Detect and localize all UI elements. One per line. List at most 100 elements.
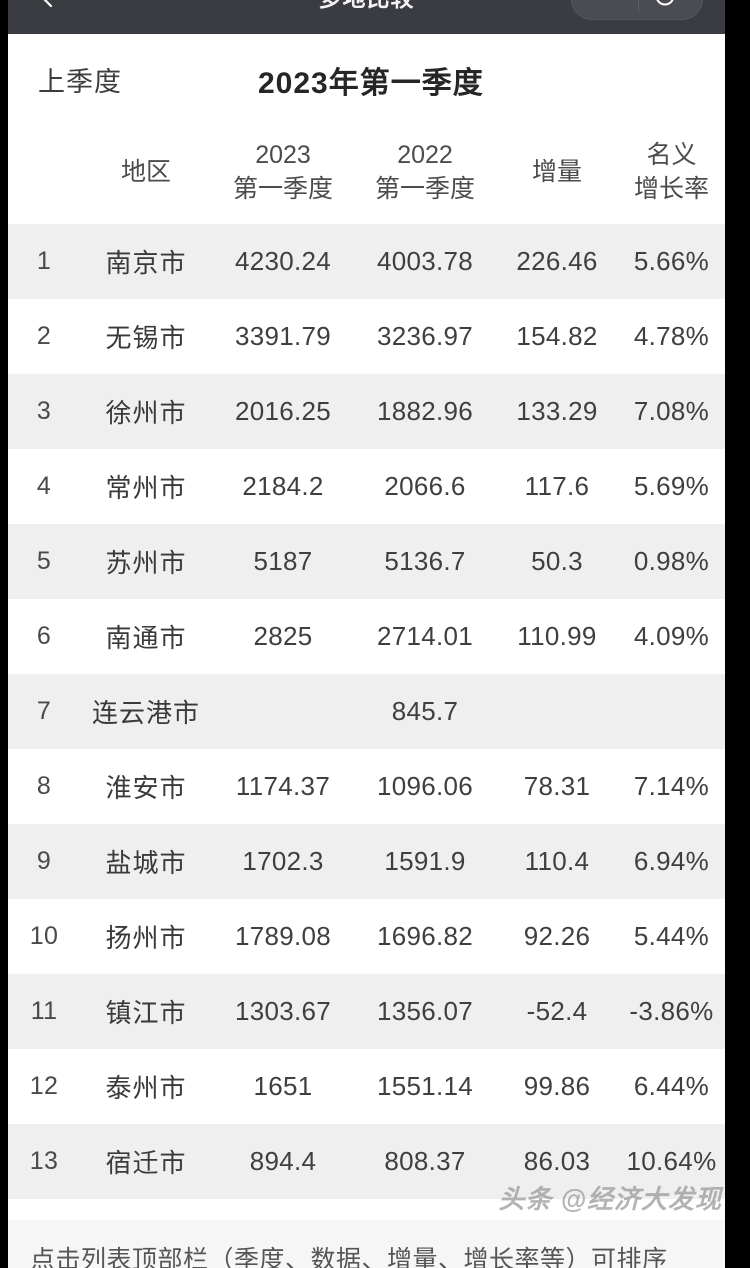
header-rate-line2: 增长率 xyxy=(633,175,709,203)
table-row[interactable]: 6 南通市 2825 2714.01 110.99 4.09% xyxy=(8,599,725,674)
cell-increment: 78.31 xyxy=(523,771,591,801)
table-row[interactable]: 4 常州市 2184.2 2066.6 117.6 5.69% xyxy=(8,449,725,524)
cell-2022-q1: 808.37 xyxy=(384,1146,466,1176)
prev-quarter-button[interactable]: 上季度 xyxy=(38,60,122,99)
capsule-divider xyxy=(638,0,639,12)
cell-region: 泰州市 xyxy=(105,1073,187,1103)
header-rate-line1: 名义 xyxy=(646,141,697,169)
header-2023-line2: 第一季度 xyxy=(232,175,333,203)
cell-rate: 5.44% xyxy=(633,921,710,951)
cell-2023-q1: 2016.25 xyxy=(234,396,332,426)
cell-2023-q1: 5187 xyxy=(253,546,313,576)
table-row[interactable]: 9 盐城市 1702.3 1591.9 110.4 6.94% xyxy=(8,824,725,899)
cell-region: 扬州市 xyxy=(105,923,187,953)
cell-rate: 5.66% xyxy=(633,246,710,276)
cell-2022-q1: 2066.6 xyxy=(384,471,466,501)
cell-increment: 110.4 xyxy=(524,846,590,876)
cell-rate: 4.78% xyxy=(633,321,710,351)
cell-2023-q1: 3391.79 xyxy=(234,321,332,351)
cell-rate: 7.08% xyxy=(633,396,710,426)
cell-region: 宿迁市 xyxy=(105,1148,187,1178)
cell-increment: 110.99 xyxy=(517,621,597,651)
cell-region: 徐州市 xyxy=(105,398,187,428)
table-row[interactable]: 1 南京市 4230.24 4003.78 226.46 5.66% xyxy=(8,224,725,299)
cell-rate: 7.14% xyxy=(633,771,710,801)
cell-2023-q1: 894.4 xyxy=(249,1146,317,1176)
cell-region: 无锡市 xyxy=(105,323,187,353)
letterbox-right xyxy=(725,0,750,1268)
cell-2023-q1: 1789.08 xyxy=(234,921,332,951)
cell-increment: 92.26 xyxy=(523,921,591,951)
table-row[interactable]: 10 扬州市 1789.08 1696.82 92.26 5.44% xyxy=(8,899,725,974)
current-quarter-label[interactable]: 2023年第一季度 xyxy=(258,58,484,102)
header-increment[interactable]: 增量 xyxy=(496,126,618,224)
cell-2022-q1: 2714.01 xyxy=(376,621,474,651)
table-header-row: 地区 2023 第一季度 2022 第一季度 增量 名义 增长率 xyxy=(8,126,725,224)
cell-rank: 12 xyxy=(29,1072,59,1100)
header-2023-q1[interactable]: 2023 第一季度 xyxy=(212,126,354,224)
cell-2022-q1: 1096.06 xyxy=(376,771,474,801)
table-header: 地区 2023 第一季度 2022 第一季度 增量 名义 增长率 xyxy=(8,126,725,224)
cell-region: 连云港市 xyxy=(91,698,200,728)
quarter-selector-bar: 上季度 2023年第一季度 xyxy=(8,34,725,126)
cell-2022-q1: 1882.96 xyxy=(376,396,474,426)
target-circle-icon[interactable] xyxy=(652,0,678,9)
header-increment-line2: 增量 xyxy=(531,158,582,186)
table-row[interactable]: 8 淮安市 1174.37 1096.06 78.31 7.14% xyxy=(8,749,725,824)
cell-2023-q1: 2825 xyxy=(253,621,313,651)
cell-2023-q1: 4230.24 xyxy=(234,246,332,276)
cell-rank: 8 xyxy=(36,772,52,800)
header-region-line2: 地区 xyxy=(120,158,171,186)
cell-2023-q1: 1174.37 xyxy=(235,771,331,801)
header-growth-rate[interactable]: 名义 增长率 xyxy=(618,126,725,224)
cell-2022-q1: 5136.7 xyxy=(384,546,466,576)
cell-2022-q1: 4003.78 xyxy=(376,246,474,276)
cell-rank: 5 xyxy=(36,547,52,575)
table-row[interactable]: 5 苏州市 5187 5136.7 50.3 0.98% xyxy=(8,524,725,599)
app-navbar: 多地比较 xyxy=(8,0,725,34)
cell-region: 盐城市 xyxy=(105,848,187,878)
gdp-comparison-table: 地区 2023 第一季度 2022 第一季度 增量 名义 增长率 1 南京市 4… xyxy=(8,126,725,1199)
cell-increment: 154.82 xyxy=(516,321,598,351)
cell-2022-q1: 1356.07 xyxy=(376,996,474,1026)
cell-rank: 9 xyxy=(36,847,52,875)
cell-2023-q1: 1702.3 xyxy=(242,846,324,876)
cell-region: 淮安市 xyxy=(105,773,187,803)
cell-region: 镇江市 xyxy=(105,998,187,1028)
cell-2022-q1: 1551.14 xyxy=(376,1071,474,1101)
more-dots-icon[interactable] xyxy=(598,0,624,9)
cell-rank: 13 xyxy=(29,1147,59,1175)
phone-screenshot: 多地比较 上季度 2023年第一季度 xyxy=(0,0,750,1268)
cell-rank: 10 xyxy=(29,922,59,950)
cell-rate: 6.94% xyxy=(633,846,710,876)
footer-hint-text: 点击列表顶部栏（季度、数据、增量、增长率等）可排序 xyxy=(30,1246,668,1268)
cell-rank: 7 xyxy=(36,697,52,725)
table-row[interactable]: 12 泰州市 1651 1551.14 99.86 6.44% xyxy=(8,1049,725,1124)
table-row[interactable]: 3 徐州市 2016.25 1882.96 133.29 7.08% xyxy=(8,374,725,449)
cell-increment: 133.29 xyxy=(516,396,598,426)
cell-region: 南通市 xyxy=(105,623,187,653)
cell-increment: 99.86 xyxy=(523,1071,591,1101)
cell-region: 常州市 xyxy=(105,473,187,503)
content-sheet: 上季度 2023年第一季度 地区 2023 第一季度 2022 第一季度 增量 … xyxy=(8,34,725,1268)
cell-region: 苏州市 xyxy=(105,548,187,578)
cell-2022-q1: 1696.82 xyxy=(376,921,474,951)
header-2022-line1: 2022 xyxy=(397,141,453,169)
header-region[interactable]: 地区 xyxy=(80,126,212,224)
header-2022-q1[interactable]: 2022 第一季度 xyxy=(354,126,496,224)
cell-rate: -3.86% xyxy=(629,996,714,1026)
cell-rank: 6 xyxy=(36,622,52,650)
cell-rank: 2 xyxy=(36,322,52,350)
header-2022-line2: 第一季度 xyxy=(374,175,475,203)
header-rank[interactable] xyxy=(8,126,80,224)
cell-rate: 4.09% xyxy=(633,621,710,651)
cell-increment: -52.4 xyxy=(526,996,588,1026)
cell-region: 南京市 xyxy=(105,248,187,278)
cell-rank: 3 xyxy=(36,397,52,425)
table-row[interactable]: 7 连云港市 845.7 xyxy=(8,674,725,749)
cell-increment: 50.3 xyxy=(531,546,583,576)
cell-rank: 11 xyxy=(30,997,58,1025)
table-row[interactable]: 2 无锡市 3391.79 3236.97 154.82 4.78% xyxy=(8,299,725,374)
cell-2023-q1: 1651 xyxy=(253,1071,313,1101)
table-row[interactable]: 11 镇江市 1303.67 1356.07 -52.4 -3.86% xyxy=(8,974,725,1049)
